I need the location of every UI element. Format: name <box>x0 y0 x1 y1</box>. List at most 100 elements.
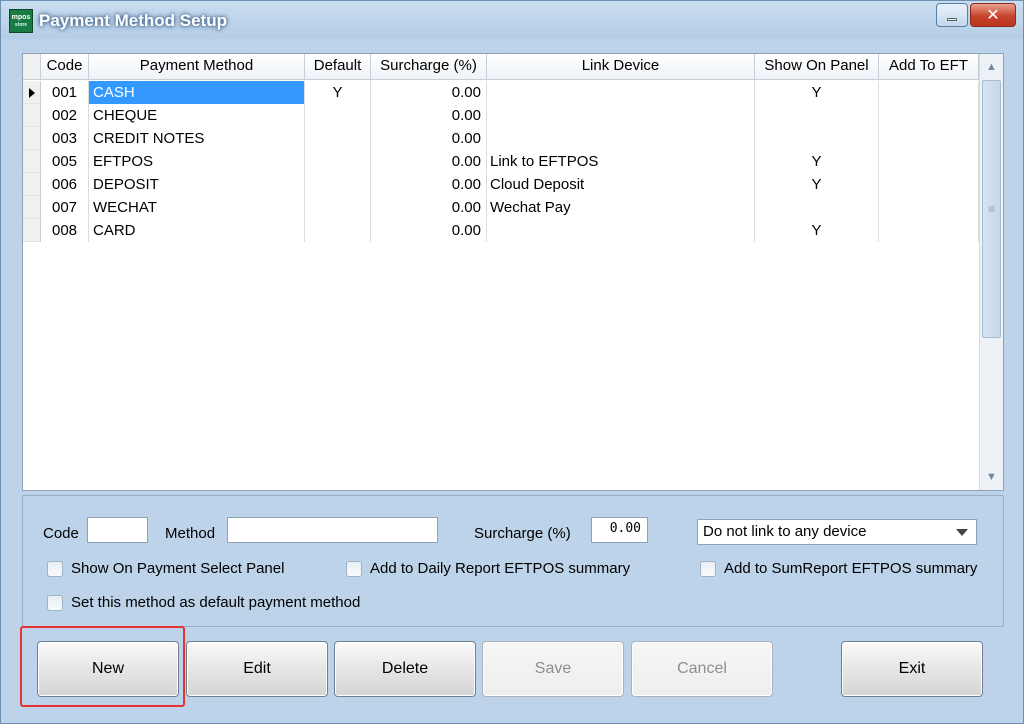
column-header-default[interactable]: Default <box>305 54 371 79</box>
cell-add-to-eft[interactable] <box>879 219 979 242</box>
cell-default[interactable] <box>305 173 371 196</box>
row-indicator[interactable] <box>23 127 41 150</box>
column-header-surcharge[interactable]: Surcharge (%) <box>371 54 487 79</box>
method-input[interactable] <box>227 517 438 543</box>
save-button[interactable]: Save <box>482 641 624 697</box>
cell-show-on-panel[interactable]: Y <box>755 173 879 196</box>
table-row[interactable]: 006 DEPOSIT 0.00 Cloud Deposit Y <box>23 173 979 196</box>
cell-show-on-panel[interactable] <box>755 196 879 219</box>
cell-add-to-eft[interactable] <box>879 81 979 104</box>
cell-link-device[interactable]: Link to EFTPOS <box>487 150 755 173</box>
row-indicator[interactable] <box>23 104 41 127</box>
cell-code[interactable]: 005 <box>41 150 89 173</box>
minimize-button[interactable] <box>936 3 968 27</box>
cell-payment-method[interactable]: CREDIT NOTES <box>89 127 305 150</box>
delete-button[interactable]: Delete <box>334 641 476 697</box>
row-indicator[interactable] <box>23 219 41 242</box>
checkbox-icon[interactable] <box>700 560 716 577</box>
cancel-button[interactable]: Cancel <box>631 641 773 697</box>
cell-surcharge[interactable]: 0.00 <box>371 219 487 242</box>
checkbox-icon[interactable] <box>47 594 63 611</box>
cell-payment-method[interactable]: WECHAT <box>89 196 305 219</box>
surcharge-input[interactable]: 0.00 <box>591 517 648 543</box>
table-row[interactable]: 005 EFTPOS 0.00 Link to EFTPOS Y <box>23 150 979 173</box>
daily-report-checkbox[interactable]: Add to Daily Report EFTPOS summary <box>346 560 630 577</box>
cell-show-on-panel[interactable]: Y <box>755 81 879 104</box>
cell-link-device[interactable] <box>487 127 755 150</box>
cell-default[interactable] <box>305 219 371 242</box>
cell-code[interactable]: 006 <box>41 173 89 196</box>
cell-add-to-eft[interactable] <box>879 150 979 173</box>
cell-default[interactable]: Y <box>305 81 371 104</box>
cell-add-to-eft[interactable] <box>879 104 979 127</box>
cell-payment-method[interactable]: CHEQUE <box>89 104 305 127</box>
cell-surcharge[interactable]: 0.00 <box>371 173 487 196</box>
cell-payment-method[interactable]: CASH <box>89 81 305 104</box>
current-row-arrow-icon <box>29 88 35 98</box>
column-header-add-to-eft[interactable]: Add To EFT <box>879 54 979 79</box>
column-header-show-on-panel[interactable]: Show On Panel <box>755 54 879 79</box>
cell-show-on-panel[interactable]: Y <box>755 150 879 173</box>
column-header-code[interactable]: Code <box>41 54 89 79</box>
sum-report-checkbox[interactable]: Add to SumReport EFTPOS summary <box>700 560 977 577</box>
cell-code[interactable]: 003 <box>41 127 89 150</box>
app-logo-subtext: store <box>14 22 28 28</box>
cell-default[interactable] <box>305 196 371 219</box>
cell-default[interactable] <box>305 150 371 173</box>
cell-code[interactable]: 007 <box>41 196 89 219</box>
cell-link-device[interactable]: Cloud Deposit <box>487 173 755 196</box>
column-header-link-device[interactable]: Link Device <box>487 54 755 79</box>
table-row[interactable]: 002 CHEQUE 0.00 <box>23 104 979 127</box>
code-input[interactable] <box>87 517 148 543</box>
cell-show-on-panel[interactable] <box>755 104 879 127</box>
scrollbar-thumb[interactable]: ≡ <box>982 80 1001 338</box>
column-header-payment-method[interactable]: Payment Method <box>89 54 305 79</box>
cell-code[interactable]: 002 <box>41 104 89 127</box>
cell-code[interactable]: 001 <box>41 81 89 104</box>
cell-surcharge[interactable]: 0.00 <box>371 81 487 104</box>
cell-link-device[interactable] <box>487 104 755 127</box>
cell-payment-method[interactable]: CARD <box>89 219 305 242</box>
chevron-down-icon <box>956 529 968 536</box>
default-method-checkbox[interactable]: Set this method as default payment metho… <box>47 594 360 611</box>
checkbox-icon[interactable] <box>346 560 362 577</box>
cell-surcharge[interactable]: 0.00 <box>371 150 487 173</box>
table-row[interactable]: 001 CASH Y 0.00 Y <box>23 81 979 104</box>
scroll-down-arrow-icon[interactable]: ▼ <box>982 467 1001 487</box>
new-button[interactable]: New <box>37 641 179 697</box>
cell-add-to-eft[interactable] <box>879 127 979 150</box>
cell-add-to-eft[interactable] <box>879 173 979 196</box>
row-indicator[interactable] <box>23 150 41 173</box>
table-row[interactable]: 007 WECHAT 0.00 Wechat Pay <box>23 196 979 219</box>
cell-default[interactable] <box>305 104 371 127</box>
title-bar[interactable]: mpos store Payment Method Setup ✕ <box>1 1 1023 39</box>
vertical-scrollbar[interactable]: ▲ ≡ ▼ <box>979 54 1003 490</box>
cell-show-on-panel[interactable]: Y <box>755 219 879 242</box>
row-indicator[interactable] <box>23 196 41 219</box>
cell-show-on-panel[interactable] <box>755 127 879 150</box>
cell-link-device[interactable] <box>487 81 755 104</box>
cell-surcharge[interactable]: 0.00 <box>371 127 487 150</box>
link-device-dropdown[interactable]: Do not link to any device <box>697 519 977 545</box>
cell-link-device[interactable]: Wechat Pay <box>487 196 755 219</box>
table-row[interactable]: 003 CREDIT NOTES 0.00 <box>23 127 979 150</box>
table-row[interactable]: 008 CARD 0.00 Y <box>23 219 979 242</box>
cell-default[interactable] <box>305 127 371 150</box>
edit-button[interactable]: Edit <box>186 641 328 697</box>
row-indicator[interactable] <box>23 173 41 196</box>
cell-surcharge[interactable]: 0.00 <box>371 104 487 127</box>
row-indicator[interactable] <box>23 81 41 104</box>
payment-methods-grid[interactable]: Code Payment Method Default Surcharge (%… <box>22 53 1004 491</box>
cell-link-device[interactable] <box>487 219 755 242</box>
close-button[interactable]: ✕ <box>970 3 1016 27</box>
cell-code[interactable]: 008 <box>41 219 89 242</box>
cell-surcharge[interactable]: 0.00 <box>371 196 487 219</box>
link-device-selected: Do not link to any device <box>703 523 867 540</box>
cell-payment-method[interactable]: DEPOSIT <box>89 173 305 196</box>
exit-button[interactable]: Exit <box>841 641 983 697</box>
checkbox-icon[interactable] <box>47 560 63 577</box>
cell-add-to-eft[interactable] <box>879 196 979 219</box>
show-on-panel-checkbox[interactable]: Show On Payment Select Panel <box>47 560 284 577</box>
scroll-up-arrow-icon[interactable]: ▲ <box>982 57 1001 77</box>
cell-payment-method[interactable]: EFTPOS <box>89 150 305 173</box>
